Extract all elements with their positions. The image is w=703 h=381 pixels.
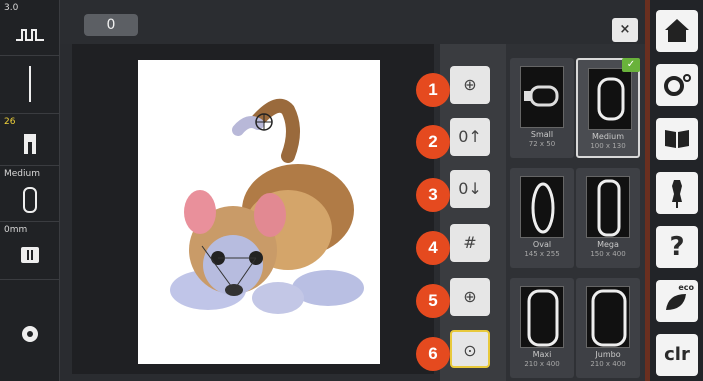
dress-form-icon — [672, 180, 682, 208]
bobbin-icon — [22, 326, 38, 342]
center-hoop-icon: ⊕ — [463, 75, 477, 94]
close-button[interactable]: × — [612, 18, 638, 42]
creative-consultant-button[interactable] — [656, 172, 698, 214]
help-button[interactable]: ? — [656, 226, 698, 268]
stitch-plate-cell[interactable]: 0mm — [0, 222, 60, 280]
left-status-bar: 3.0 26 Medium 0mm — [0, 0, 60, 381]
hoop-status-cell[interactable]: Medium — [0, 166, 60, 222]
setup-button[interactable] — [656, 64, 698, 106]
callout-1: 1 — [416, 73, 450, 107]
stitch-plate-icon — [21, 247, 39, 263]
top-bar: 0 × — [60, 0, 645, 44]
hoop-card-oval[interactable]: Oval 145 x 255 — [510, 168, 574, 268]
puppy-design-image — [170, 98, 364, 314]
hoop-name: Oval — [532, 240, 552, 249]
hoop-name: Medium — [592, 132, 624, 141]
hoop-size: 72 x 50 — [528, 140, 556, 148]
settings-icon — [664, 74, 691, 96]
hoop-area — [138, 60, 380, 364]
hoop-size: 100 x 130 — [590, 142, 626, 150]
home-button[interactable] — [656, 10, 698, 52]
hoop-status-label: Medium — [4, 169, 40, 179]
function-button-column: ⊕ 0↑ 0↓ # ⊕ ⊙ — [440, 44, 506, 381]
right-navigation-bar: ? eco clr — [650, 0, 703, 381]
hoop-size: 210 x 400 — [524, 360, 560, 368]
move-hoop-up-button[interactable]: 0↑ — [450, 118, 490, 156]
hoop-card-mega[interactable]: Mega 150 x 400 — [576, 168, 640, 268]
hoop-selection-grid: Small 72 x 50 ✓ Medium 100 x 130 Oval 14… — [506, 44, 645, 381]
callout-3: 3 — [416, 178, 450, 212]
needle-icon — [29, 66, 31, 102]
move-to-hoop-center-button[interactable]: ⊕ — [450, 66, 490, 104]
hoop-name: Maxi — [532, 350, 552, 359]
crosshair-button[interactable]: ⊕ — [450, 278, 490, 316]
hoop-card-medium[interactable]: ✓ Medium 100 x 130 — [576, 58, 640, 158]
embroidery-canvas[interactable] — [72, 44, 434, 374]
embroidery-screen: 3.0 26 Medium 0mm 0 × ⊕ 0↑ 0↓ # ⊕ ⊙ 1 2 … — [0, 0, 703, 381]
centre-view-icon: ⊙ — [463, 341, 477, 360]
hoop-card-maxi[interactable]: Maxi 210 x 400 — [510, 278, 574, 378]
hoop-size: 145 x 255 — [524, 250, 560, 258]
hoop-size: 150 x 400 — [590, 250, 626, 258]
medium-hoop-icon — [588, 68, 632, 130]
home-icon — [665, 19, 689, 42]
hoop-name: Jumbo — [595, 350, 621, 359]
hoop-card-small[interactable]: Small 72 x 50 — [510, 58, 574, 158]
small-hoop-icon — [520, 66, 564, 128]
mega-hoop-icon — [586, 176, 630, 238]
eco-label: eco — [678, 283, 694, 292]
clear-button[interactable]: clr — [656, 334, 698, 376]
stitch-width-value: 0mm — [4, 225, 28, 235]
eco-button[interactable]: eco — [656, 280, 698, 322]
maxi-hoop-icon — [520, 286, 564, 348]
presser-foot-number: 26 — [4, 117, 16, 127]
tension-icon — [16, 29, 44, 41]
grid-icon: # — [463, 233, 477, 252]
thread-tension-cell[interactable]: 3.0 — [0, 0, 60, 56]
hoop-size: 210 x 400 — [590, 360, 626, 368]
hoop-move-up-icon: 0↑ — [458, 127, 482, 146]
callout-4: 4 — [416, 231, 450, 265]
callout-2: 2 — [416, 125, 450, 159]
tutorial-button[interactable] — [656, 118, 698, 160]
jumbo-hoop-icon — [586, 286, 630, 348]
book-icon — [665, 130, 689, 148]
callout-6: 6 — [416, 337, 450, 371]
oval-hoop-icon — [520, 176, 564, 238]
checkmark-icon: ✓ — [622, 58, 640, 72]
hoop-card-jumbo[interactable]: Jumbo 210 x 400 — [576, 278, 640, 378]
callout-5: 5 — [416, 284, 450, 318]
needle-cell[interactable] — [0, 56, 60, 114]
hoop-tab[interactable]: 0 — [84, 14, 138, 36]
hoop-move-down-icon: 0↓ — [458, 179, 482, 198]
presser-foot-icon — [24, 134, 36, 154]
hoop-icon — [23, 187, 37, 213]
presser-foot-cell[interactable]: 26 — [0, 114, 60, 166]
hoop-name: Small — [530, 130, 554, 139]
move-hoop-down-button[interactable]: 0↓ — [450, 170, 490, 208]
crosshair-icon: ⊕ — [463, 287, 477, 306]
hoop-name: Mega — [597, 240, 619, 249]
tension-value: 3.0 — [4, 3, 19, 13]
grid-toggle-button[interactable]: # — [450, 224, 490, 262]
bobbin-cell[interactable] — [0, 280, 60, 381]
centre-view-button[interactable]: ⊙ — [450, 330, 490, 368]
